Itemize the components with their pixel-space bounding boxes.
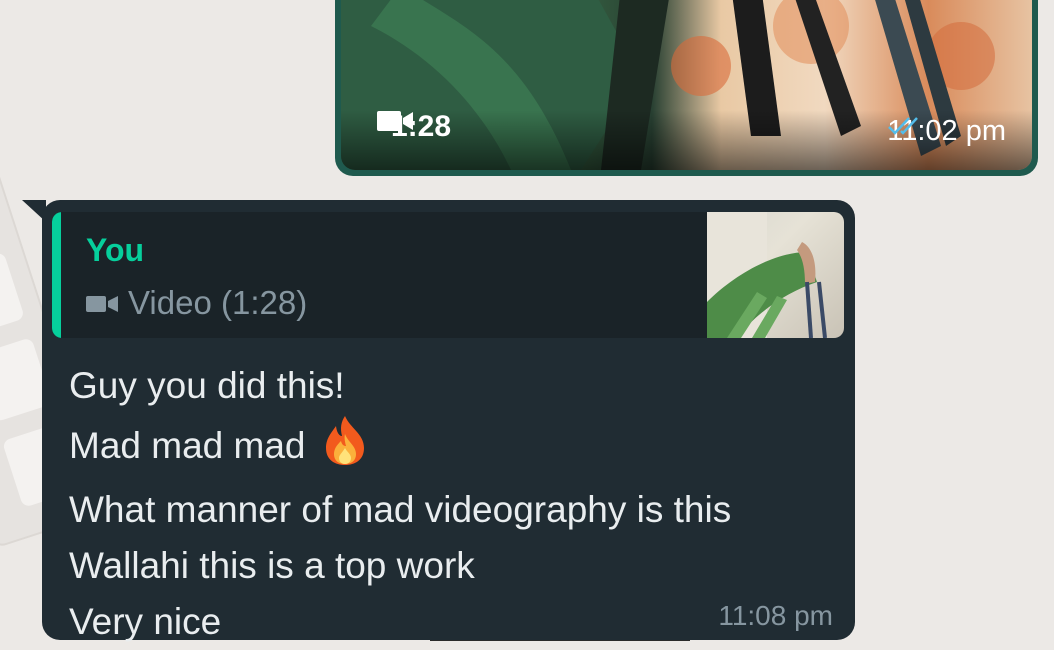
message-line: Very nice: [69, 601, 222, 642]
quoted-message[interactable]: You Video (1:28): [52, 212, 844, 338]
video-camera-icon: [86, 284, 118, 322]
message-line: Guy you did this!: [69, 365, 345, 406]
reply-message-timestamp: 11:08 pm: [718, 600, 833, 631]
message-text: Guy you did this! Mad mad mad What manne…: [69, 358, 731, 650]
message-line: Wallahi this is a top work: [69, 545, 475, 586]
message-line-with-emoji: Mad mad mad: [69, 414, 731, 482]
quoted-media: Video (1:28): [86, 284, 307, 322]
video-thumbnail[interactable]: 1:28 11:02 pm: [341, 0, 1032, 170]
quote-accent-bar: [52, 212, 61, 338]
reply-message-bubble[interactable]: You Video (1:28) Guy you did this! Mad m…: [42, 200, 855, 642]
quoted-video-thumbnail: [707, 212, 844, 338]
fire-emoji-icon: [320, 414, 370, 482]
video-message-bubble[interactable]: 1:28 11:02 pm: [335, 0, 1038, 176]
video-message-meta: 11:02 pm: [887, 115, 1014, 148]
message-line: Mad mad mad: [69, 424, 306, 466]
quoted-media-label: Video (1:28): [128, 284, 308, 321]
video-duration: 1:28: [377, 110, 451, 144]
quoted-sender: You: [86, 232, 145, 268]
message-line: What manner of mad videography is this: [69, 489, 732, 530]
